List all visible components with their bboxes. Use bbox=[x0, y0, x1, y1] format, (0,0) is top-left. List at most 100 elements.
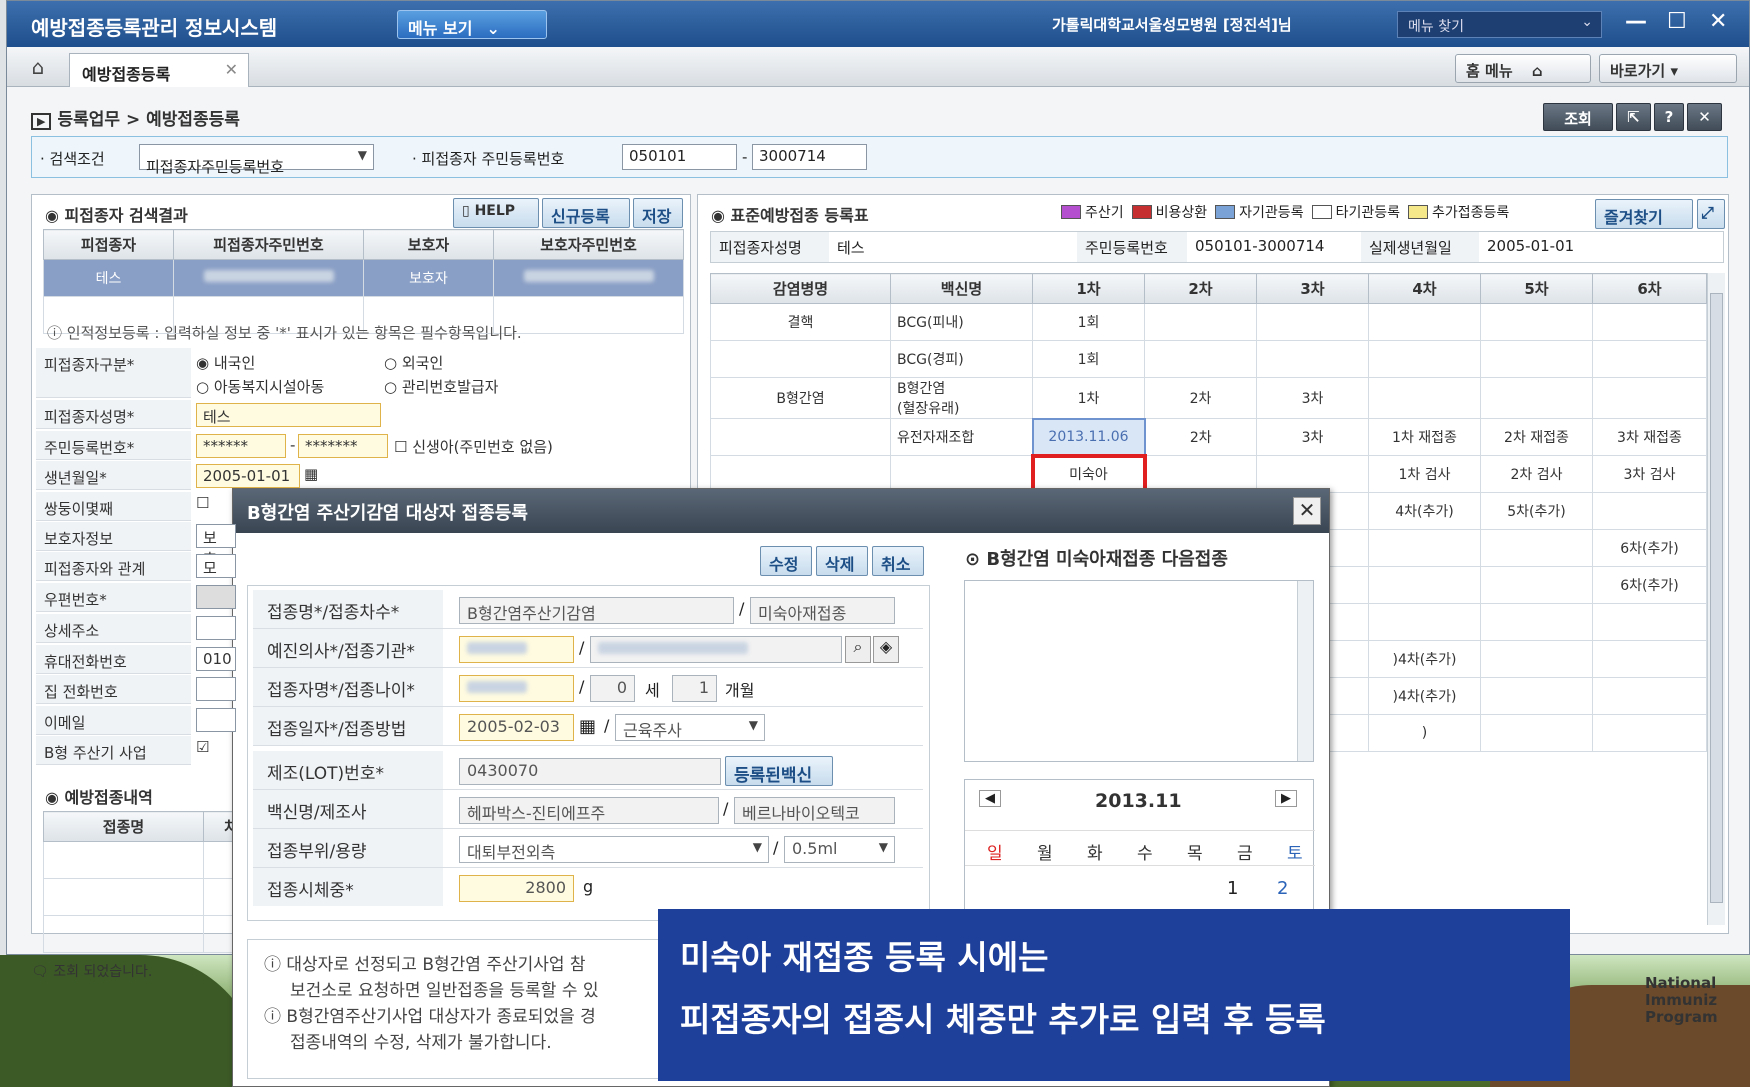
home-phone-input[interactable] bbox=[196, 677, 236, 701]
goto-button[interactable]: 바로가기 ▾ bbox=[1599, 54, 1737, 83]
next-month-icon[interactable]: ▶ bbox=[1275, 790, 1297, 807]
dose-cell[interactable]: 3차 bbox=[1256, 377, 1369, 419]
help-button-left[interactable]: ▯ HELP bbox=[453, 198, 539, 228]
dose-cell[interactable] bbox=[1592, 340, 1707, 378]
dose-cell[interactable]: )4차(추가) bbox=[1368, 677, 1481, 715]
search-icon[interactable]: ⌕ bbox=[845, 636, 871, 663]
dose-cell[interactable]: 2013.11.06 bbox=[1031, 417, 1146, 457]
dose-cell[interactable] bbox=[1480, 340, 1593, 378]
dose-cell[interactable] bbox=[1480, 603, 1593, 641]
dialog-close-icon[interactable]: ✕ bbox=[1293, 497, 1321, 525]
vaccinator-input[interactable] bbox=[459, 675, 574, 702]
dose-cell[interactable] bbox=[1592, 492, 1707, 530]
delete-button[interactable]: 삭제 bbox=[816, 546, 868, 576]
dose-cell[interactable] bbox=[1480, 566, 1593, 604]
maker-input[interactable]: 베르나바이오텍코 bbox=[734, 797, 895, 824]
table-row[interactable]: 테스 보호자 bbox=[43, 259, 684, 297]
rrn1-input[interactable]: ****** bbox=[196, 434, 286, 458]
dose-cell[interactable] bbox=[1368, 303, 1481, 341]
search-condition-select[interactable]: 피접종자주민등록번호 bbox=[139, 144, 374, 176]
dose-cell[interactable] bbox=[1368, 529, 1481, 567]
newborn-checkbox[interactable]: ☐ bbox=[394, 438, 407, 456]
calendar-icon[interactable]: ▦ bbox=[579, 716, 596, 737]
birth-input[interactable]: 2005-01-01 bbox=[196, 464, 300, 488]
twin-checkbox[interactable]: ☐ bbox=[196, 494, 209, 512]
radio-domestic[interactable]: ◉ bbox=[196, 354, 209, 372]
home-menu-button[interactable]: 홈 메뉴 ⌂ bbox=[1455, 54, 1591, 83]
dose-cell[interactable] bbox=[1256, 340, 1369, 378]
dose-cell[interactable]: 2차 검사 bbox=[1480, 455, 1593, 493]
close-window-icon[interactable]: ✕ bbox=[1709, 9, 1727, 34]
dose-cell[interactable]: 1회 bbox=[1032, 303, 1145, 341]
dose-cell[interactable] bbox=[1480, 303, 1593, 341]
dose-input[interactable]: 미숙아재접종 bbox=[750, 597, 895, 624]
dose-cell[interactable]: )4차(추가) bbox=[1368, 640, 1481, 678]
calendar-day[interactable]: 2 bbox=[1277, 878, 1288, 899]
vaccination-date-input[interactable]: 2005-02-03 bbox=[459, 714, 574, 741]
maximize-icon[interactable]: ☐ bbox=[1667, 9, 1687, 34]
lot-input[interactable]: 0430070 bbox=[459, 758, 721, 785]
dose-cell[interactable]: 3차 bbox=[1256, 418, 1369, 456]
dose-cell[interactable] bbox=[1368, 340, 1481, 378]
expand-icon[interactable]: ⤢ bbox=[1697, 199, 1725, 229]
vaccine-category-input[interactable]: B형간염주산기감염 bbox=[459, 597, 734, 624]
dose-cell[interactable] bbox=[1368, 377, 1481, 419]
search-id2-input[interactable]: 3000714 bbox=[752, 144, 867, 170]
dose-cell[interactable]: 5차(추가) bbox=[1480, 492, 1593, 530]
age-months-input[interactable]: 1 bbox=[672, 675, 717, 702]
eraser-icon[interactable]: ◈ bbox=[873, 636, 899, 663]
dose-cell[interactable] bbox=[1368, 603, 1481, 641]
edit-button[interactable]: 수정 bbox=[760, 546, 812, 576]
dose-cell[interactable] bbox=[1256, 303, 1369, 341]
dose-cell[interactable]: 2차 재접종 bbox=[1480, 418, 1593, 456]
dose-cell[interactable]: 1차 검사 bbox=[1368, 455, 1481, 493]
scrollbar[interactable] bbox=[1707, 273, 1725, 925]
weight-input[interactable]: 2800 bbox=[459, 875, 574, 902]
popup-icon[interactable]: ⇱ bbox=[1616, 103, 1651, 131]
dose-cell[interactable] bbox=[1256, 455, 1369, 493]
home-tab-icon[interactable]: ⌂ bbox=[21, 55, 55, 87]
dose-select[interactable]: 0.5ml bbox=[784, 836, 895, 863]
radio-managed[interactable]: ○ bbox=[384, 378, 397, 396]
new-register-button[interactable]: 신규등록 bbox=[542, 198, 630, 228]
dose-cell[interactable] bbox=[1592, 303, 1707, 341]
age-years-input[interactable]: 0 bbox=[590, 675, 635, 702]
dose-cell[interactable] bbox=[1592, 640, 1707, 678]
dose-cell[interactable]: 2차 bbox=[1144, 418, 1257, 456]
minimize-icon[interactable]: — bbox=[1625, 9, 1647, 34]
favorites-button[interactable]: 즐겨찾기 bbox=[1595, 199, 1693, 229]
address-input[interactable] bbox=[196, 616, 236, 640]
relation-select[interactable]: 모 bbox=[196, 554, 236, 578]
dose-cell[interactable]: 4차(추가) bbox=[1368, 492, 1481, 530]
rrn2-input[interactable]: ******* bbox=[298, 434, 388, 458]
save-button[interactable]: 저장 bbox=[633, 198, 683, 228]
dose-cell[interactable]: 3차 재접종 bbox=[1592, 418, 1707, 456]
calendar-day[interactable]: 1 bbox=[1227, 878, 1238, 899]
vaccine-name-input[interactable]: 헤파박스-진티에프주 bbox=[459, 797, 719, 824]
dose-cell[interactable] bbox=[1480, 640, 1593, 678]
menu-view-button[interactable]: 메뉴 보기 ⌄ bbox=[397, 10, 547, 39]
registered-vaccine-button[interactable]: 등록된백신 bbox=[725, 756, 833, 786]
menu-search-select[interactable]: 메뉴 찾기 ⌄ bbox=[1397, 11, 1602, 38]
help-button[interactable]: ? bbox=[1653, 103, 1685, 131]
dose-cell[interactable]: 1차 재접종 bbox=[1368, 418, 1481, 456]
next-dose-list[interactable] bbox=[964, 580, 1314, 762]
dose-cell[interactable] bbox=[1480, 377, 1593, 419]
institution-input[interactable] bbox=[590, 636, 842, 663]
dose-cell[interactable] bbox=[1480, 714, 1593, 752]
dose-cell[interactable] bbox=[1368, 566, 1481, 604]
dose-cell[interactable]: 6차(추가) bbox=[1592, 529, 1707, 567]
dose-cell[interactable]: ) bbox=[1368, 714, 1481, 752]
dose-cell[interactable] bbox=[1592, 677, 1707, 715]
calendar-icon[interactable]: ▦ bbox=[304, 465, 318, 483]
dose-cell[interactable]: 미숙아 bbox=[1030, 453, 1147, 495]
dose-cell[interactable] bbox=[1144, 303, 1257, 341]
dose-cell[interactable] bbox=[1480, 677, 1593, 715]
radio-foreign[interactable]: ○ bbox=[384, 354, 397, 372]
doctor-input[interactable] bbox=[459, 636, 574, 663]
query-button[interactable]: 조회 bbox=[1543, 103, 1613, 131]
dose-cell[interactable]: 3차 검사 bbox=[1592, 455, 1707, 493]
mobile-input[interactable]: 010 bbox=[196, 647, 236, 671]
dose-cell[interactable] bbox=[1592, 714, 1707, 752]
dose-cell[interactable] bbox=[1144, 340, 1257, 378]
